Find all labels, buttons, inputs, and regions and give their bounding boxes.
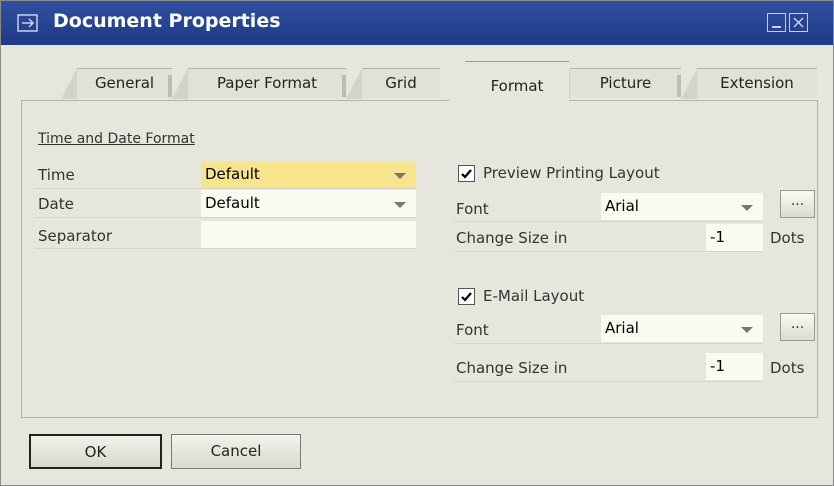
email-font-browse-button[interactable]: ...	[780, 313, 815, 341]
email-font-label: Font	[456, 321, 489, 339]
minimize-button[interactable]	[767, 13, 786, 32]
email-layout-checkbox[interactable]	[458, 288, 475, 305]
email-font-value: Arial	[605, 319, 639, 337]
date-format-value: Default	[205, 194, 260, 212]
preview-font-browse-button[interactable]: ...	[780, 190, 815, 218]
preview-font-dropdown[interactable]: Arial	[601, 193, 763, 220]
chevron-down-icon	[394, 173, 406, 179]
preview-font-label: Font	[456, 200, 489, 218]
email-font-dropdown[interactable]: Arial	[601, 315, 763, 342]
preview-printing-layout-label[interactable]: Preview Printing Layout	[483, 164, 660, 182]
close-button[interactable]	[789, 13, 808, 32]
tab-label: Paper Format	[216, 74, 318, 92]
preview-size-input[interactable]: -1	[706, 224, 763, 251]
time-format-value: Default	[205, 165, 260, 183]
separator-input[interactable]	[201, 221, 416, 248]
date-format-dropdown[interactable]: Default	[201, 190, 416, 217]
tab-label: Extension	[720, 74, 794, 92]
preview-printing-layout-checkbox[interactable]	[458, 165, 475, 182]
email-change-size-label: Change Size in	[456, 359, 568, 377]
tab-label: General	[94, 74, 155, 92]
preview-font-value: Arial	[605, 197, 639, 215]
email-size-input[interactable]: -1	[706, 353, 763, 380]
tab-label: Picture	[599, 74, 652, 92]
time-format-dropdown[interactable]: Default	[201, 161, 416, 188]
tab-picture[interactable]: Picture	[554, 68, 681, 99]
cancel-button[interactable]: Cancel	[171, 434, 301, 469]
email-size-unit: Dots	[770, 359, 805, 377]
email-layout-label[interactable]: E-Mail Layout	[483, 287, 584, 305]
preview-size-unit: Dots	[770, 229, 805, 247]
tab-format[interactable]: Format	[449, 61, 569, 102]
date-label: Date	[38, 195, 74, 213]
document-properties-icon	[17, 12, 39, 34]
tab-extension[interactable]: Extension	[681, 68, 817, 99]
tab-label: Grid	[385, 74, 417, 92]
time-date-format-heading: Time and Date Format	[38, 131, 195, 147]
chevron-down-icon	[741, 205, 753, 211]
separator-label: Separator	[38, 227, 113, 245]
tab-general[interactable]: General	[61, 68, 172, 99]
document-properties-dialog: Document Properties General Paper Format…	[0, 0, 834, 486]
tab-grid[interactable]: Grid	[346, 68, 440, 99]
tab-label: Format	[490, 77, 544, 95]
checkmark-icon	[461, 169, 472, 179]
time-label: Time	[38, 166, 75, 184]
tab-paper-format[interactable]: Paper Format	[172, 68, 346, 99]
chevron-down-icon	[741, 327, 753, 333]
format-tab-panel	[21, 100, 818, 418]
close-icon	[793, 17, 804, 28]
window-title: Document Properties	[53, 10, 281, 32]
chevron-down-icon	[394, 202, 406, 208]
preview-change-size-label: Change Size in	[456, 229, 568, 247]
checkmark-icon	[461, 292, 472, 302]
title-bar[interactable]: Document Properties	[1, 1, 833, 45]
ok-button[interactable]: OK	[29, 434, 162, 469]
